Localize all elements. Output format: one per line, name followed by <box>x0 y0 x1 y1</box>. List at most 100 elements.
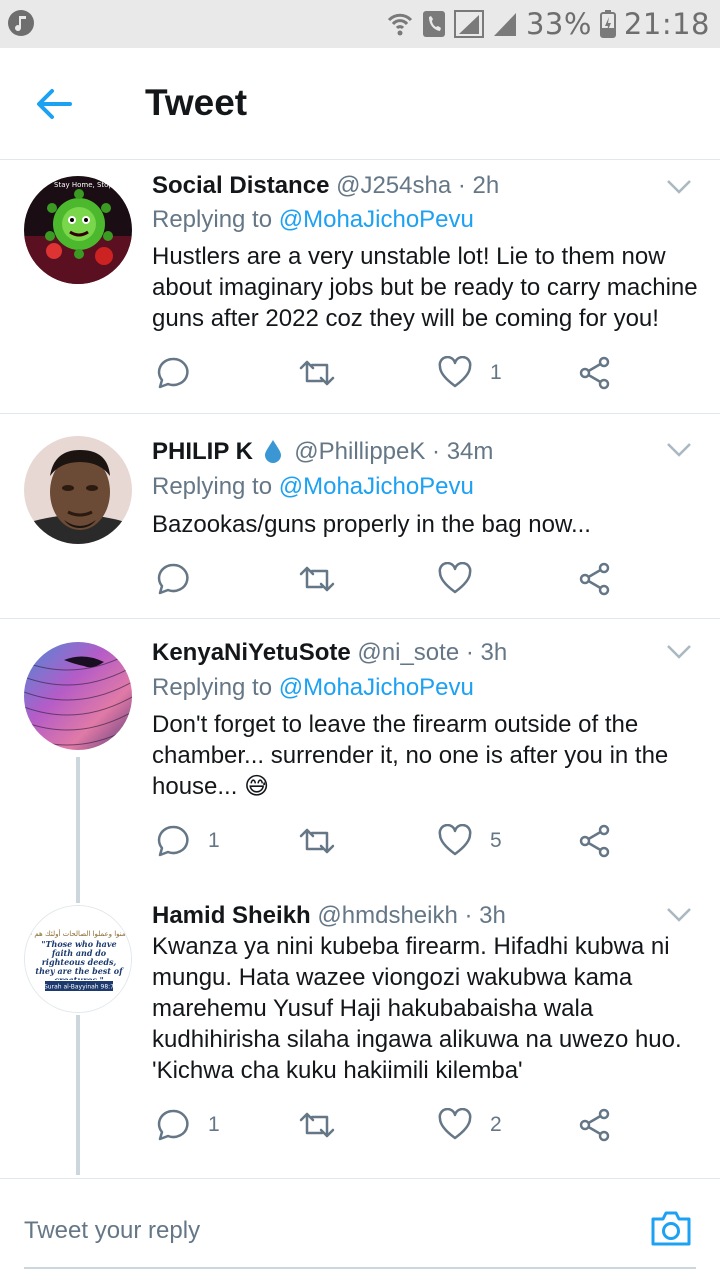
music-note-icon <box>8 10 34 36</box>
battery-percent: 33% <box>525 7 592 41</box>
reply-button[interactable] <box>156 559 208 599</box>
user-handle: @ni_sote <box>357 639 460 666</box>
camera-icon[interactable] <box>650 1209 692 1247</box>
chevron-down-icon[interactable] <box>666 179 692 195</box>
replying-to: Replying to @MohaJichoPevu <box>152 473 474 501</box>
mention-link[interactable]: @MohaJichoPevu <box>279 674 474 701</box>
reply-composer: Tweet your reply <box>0 1178 720 1280</box>
phone-icon <box>422 11 445 37</box>
share-button[interactable] <box>578 353 612 393</box>
mention-link[interactable]: @MohaJichoPevu <box>279 473 474 500</box>
avatar[interactable] <box>24 436 132 544</box>
replying-to: Replying to @MohaJichoPevu <box>152 674 474 702</box>
tweet-header: Hamid Sheikh @hmdsheikh · 3h <box>152 902 506 930</box>
wifi-calling-icon <box>387 13 413 36</box>
signal-icon <box>453 10 484 38</box>
back-arrow-icon[interactable] <box>34 84 78 124</box>
tweet-actions: 1 5 <box>152 821 672 861</box>
like-button[interactable]: 2 <box>438 1105 502 1145</box>
like-button[interactable]: 5 <box>438 821 502 861</box>
reply-tweet[interactable]: PHILIP K @PhillippeK · 34m Replying to @… <box>0 414 720 619</box>
reply-tweet[interactable]: KenyaNiYetuSote @ni_sote · 3h Replying t… <box>0 619 720 883</box>
tweet-actions <box>152 559 672 599</box>
reply-count: 1 <box>208 1113 220 1136</box>
reply-tweet[interactable]: إن الذين آمنوا وعملوا الصالحات أولئك هم … <box>0 883 720 1178</box>
like-count: 2 <box>490 1113 502 1136</box>
top-app-bar: Tweet <box>0 48 720 160</box>
replying-to: Replying to @MohaJichoPevu <box>152 206 474 234</box>
display-name[interactable]: KenyaNiYetuSote <box>152 639 351 666</box>
tweet-header: KenyaNiYetuSote @ni_sote · 3h <box>152 639 507 667</box>
user-handle: @hmdsheikh <box>317 902 458 929</box>
reply-input-underline <box>24 1267 696 1269</box>
water-drop-icon <box>264 440 281 463</box>
clock: 21:18 <box>623 7 710 41</box>
user-handle: @PhillippeK <box>294 438 426 465</box>
retweet-icon <box>299 828 335 854</box>
display-name[interactable]: Social Distance <box>152 172 329 199</box>
share-icon <box>579 1108 610 1142</box>
like-count: 1 <box>490 361 502 384</box>
like-icon <box>438 356 472 388</box>
reply-count: 1 <box>208 829 220 852</box>
display-name[interactable]: PHILIP K <box>152 438 253 465</box>
avatar[interactable]: Stay Home, Stop Sp <box>24 176 132 284</box>
avatar[interactable] <box>24 642 132 750</box>
retweet-icon <box>299 566 335 592</box>
tweet-text: Kwanza ya nini kubeba firearm. Hifadhi k… <box>152 933 682 1084</box>
tweet-actions: 1 <box>152 353 672 393</box>
avatar-arabic-text: إن الذين آمنوا وعملوا الصالحات أولئك هم … <box>25 929 132 938</box>
chevron-down-icon[interactable] <box>666 907 692 923</box>
reply-button[interactable]: 1 <box>156 821 220 861</box>
reply-tweet[interactable]: Stay Home, Stop Sp Social Distance @J254… <box>0 160 720 414</box>
tweet-time: · 34m <box>432 438 494 465</box>
mention-link[interactable]: @MohaJichoPevu <box>279 206 474 233</box>
thread-line <box>76 1015 80 1175</box>
tweet-time: · 3h <box>465 639 508 666</box>
retweet-button[interactable] <box>298 353 354 393</box>
reply-icon <box>157 825 189 857</box>
reply-button[interactable] <box>156 353 208 393</box>
share-button[interactable] <box>578 1105 612 1145</box>
tweet-text: Don't forget to leave the firearm outsid… <box>152 711 669 800</box>
avatar[interactable]: إن الذين آمنوا وعملوا الصالحات أولئك هم … <box>24 905 132 1013</box>
avatar-quote: "Those who have faith and do righteous d… <box>35 940 123 980</box>
chevron-down-icon[interactable] <box>666 644 692 660</box>
share-button[interactable] <box>578 821 612 861</box>
avatar-caption: Stay Home, Stop Sp <box>54 181 125 189</box>
tweet-header: PHILIP K @PhillippeK · 34m <box>152 438 493 466</box>
like-icon <box>438 824 472 856</box>
thread-line <box>76 883 80 903</box>
retweet-icon <box>299 1112 335 1138</box>
battery-icon <box>599 10 616 38</box>
replying-to-label: Replying to <box>152 473 273 500</box>
retweet-button[interactable] <box>298 1105 354 1145</box>
signal-icon <box>493 13 516 36</box>
like-icon <box>438 1108 472 1140</box>
tweet-text: Bazookas/guns properly in the bag now... <box>152 511 591 538</box>
share-button[interactable] <box>578 559 612 599</box>
share-icon <box>579 356 610 390</box>
status-bar: 33% 21:18 <box>0 0 720 48</box>
tweet-actions: 1 2 <box>152 1105 672 1145</box>
like-button[interactable]: 1 <box>438 353 502 393</box>
retweet-button[interactable] <box>298 559 354 599</box>
reply-input[interactable]: Tweet your reply <box>24 1217 200 1245</box>
share-icon <box>579 562 610 596</box>
reply-icon <box>157 357 189 389</box>
like-icon <box>438 562 472 594</box>
replying-to-label: Replying to <box>152 206 273 233</box>
tweet-header: Social Distance @J254sha · 2h <box>152 172 499 200</box>
user-handle: @J254sha <box>336 172 452 199</box>
page-title: Tweet <box>145 82 248 123</box>
retweet-icon <box>299 360 335 386</box>
avatar-reference: [Surah al-Bayyinah 98:7] <box>42 984 117 991</box>
reply-button[interactable]: 1 <box>156 1105 220 1145</box>
share-icon <box>579 824 610 858</box>
thread-line <box>76 757 80 883</box>
display-name[interactable]: Hamid Sheikh <box>152 902 311 929</box>
chevron-down-icon[interactable] <box>666 442 692 458</box>
like-button[interactable] <box>438 559 490 599</box>
retweet-button[interactable] <box>298 821 354 861</box>
reply-icon <box>157 563 189 595</box>
